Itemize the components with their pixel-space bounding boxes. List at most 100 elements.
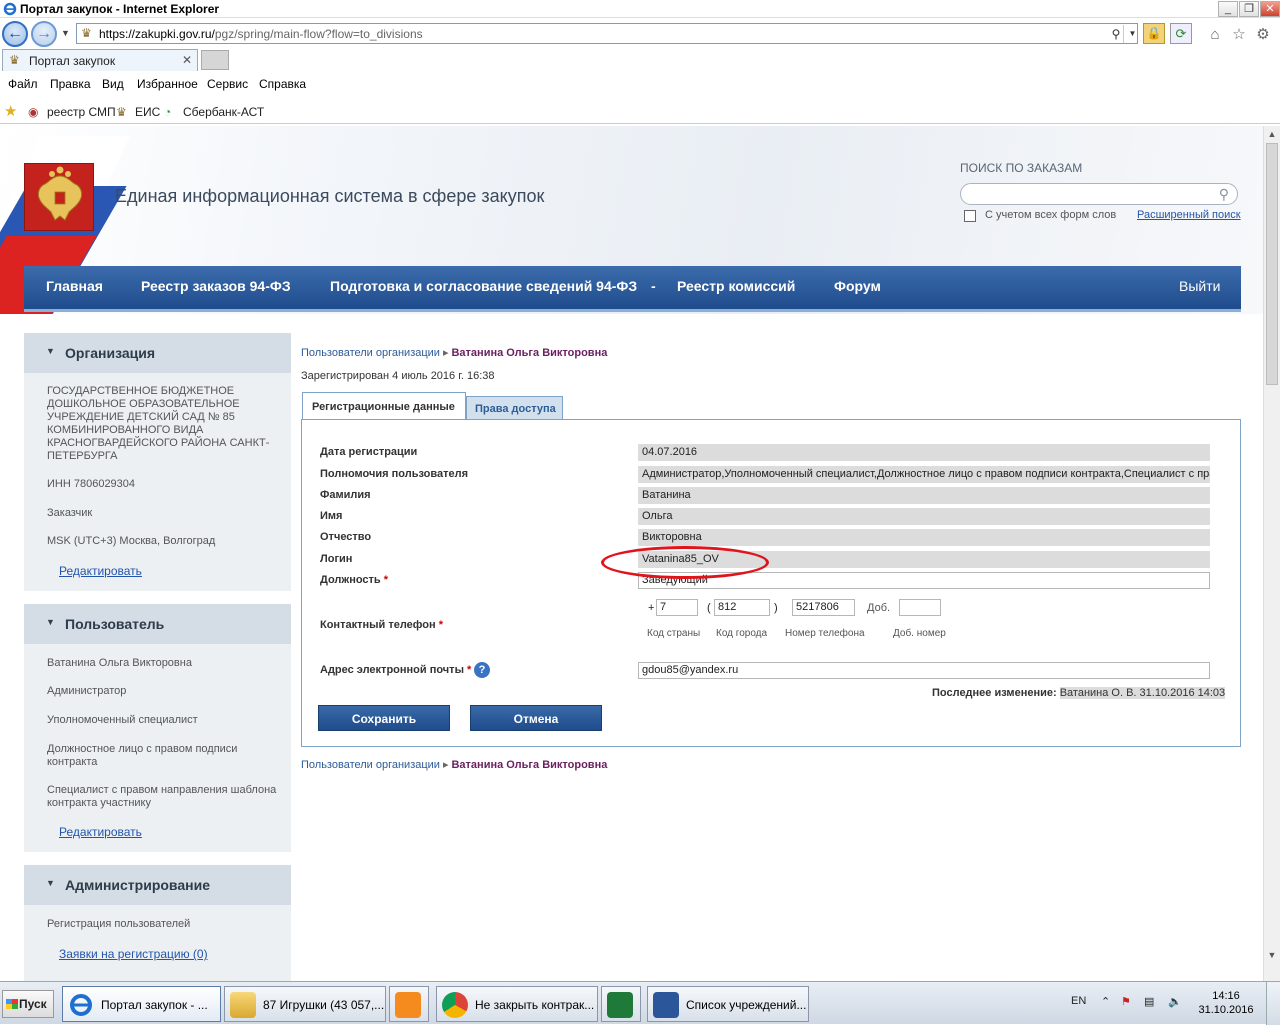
- minimize-button[interactable]: _: [1218, 1, 1238, 17]
- forward-button[interactable]: →: [31, 21, 57, 47]
- nav-logout[interactable]: Выйти: [1179, 278, 1220, 294]
- favorites-star-icon[interactable]: ★: [4, 102, 17, 120]
- nav-home[interactable]: Главная: [46, 278, 103, 294]
- fav-eis[interactable]: ЕИС: [135, 105, 160, 119]
- tray-expand-icon[interactable]: ⌃: [1101, 995, 1110, 1008]
- dropdown-icon[interactable]: ▼: [1123, 25, 1141, 43]
- menu-tools[interactable]: Сервис: [207, 77, 248, 91]
- user-role-admin: Администратор: [47, 685, 127, 697]
- home-icon[interactable]: ⌂: [1205, 27, 1225, 43]
- task-excel[interactable]: [601, 986, 641, 1022]
- registration-requests-link[interactable]: Заявки на регистрацию (0): [59, 947, 208, 961]
- nav-preparation-dropdown[interactable]: -: [651, 278, 656, 294]
- refresh-icon[interactable]: ⟳: [1170, 23, 1192, 44]
- menu-help[interactable]: Справка: [259, 77, 306, 91]
- favorites-star-icon[interactable]: ☆: [1229, 27, 1249, 43]
- tab-access-rights[interactable]: Права доступа: [466, 396, 563, 420]
- close-tab-icon[interactable]: ✕: [182, 53, 192, 67]
- clock-time: 14:16: [1212, 990, 1240, 1002]
- email-input[interactable]: gdou85@yandex.ru: [638, 662, 1210, 679]
- user-fullname: Ватанина Ольга Викторовна: [47, 657, 192, 669]
- settings-gear-icon[interactable]: ⚙: [1253, 27, 1273, 43]
- position-label: Должность *: [320, 574, 389, 586]
- history-dropdown-icon[interactable]: ▼: [61, 28, 70, 38]
- site-favicon-icon: ♛: [9, 53, 20, 67]
- admin-panel-header[interactable]: ▼ Администрирование: [24, 865, 291, 905]
- cancel-button[interactable]: Отмена: [470, 705, 602, 731]
- phone-city-input[interactable]: 812: [714, 599, 770, 616]
- organization-panel-header[interactable]: ▼ Организация: [24, 333, 291, 373]
- menu-file[interactable]: Файл: [8, 77, 38, 91]
- organization-edit-link[interactable]: Редактировать: [59, 564, 142, 578]
- system-clock[interactable]: 14:16 31.10.2016: [1196, 989, 1256, 1017]
- page-viewport: Единая информационная система в сфере за…: [0, 126, 1263, 981]
- organization-inn: ИНН 7806029304: [47, 478, 136, 490]
- word-icon: [653, 992, 679, 1018]
- fav-smp[interactable]: реестр СМП: [47, 105, 116, 119]
- start-button[interactable]: Пуск: [2, 990, 54, 1018]
- registered-date: Зарегистрирован 4 июль 2016 г. 16:38: [301, 370, 495, 382]
- menu-view[interactable]: Вид: [102, 77, 124, 91]
- taskbar: Пуск Портал закупок - ... 87 Игрушки (43…: [0, 981, 1280, 1025]
- collapse-icon: ▼: [46, 346, 55, 356]
- address-input[interactable]: ♛ https://zakupki.gov.ru/pgz/spring/main…: [76, 23, 1138, 44]
- browser-tab[interactable]: ♛ Портал закупок ✕: [2, 49, 198, 71]
- breadcrumb-separator-icon: ▸: [442, 347, 449, 359]
- scroll-up-icon[interactable]: ▲: [1266, 129, 1278, 139]
- close-window-button[interactable]: ✕: [1260, 1, 1280, 17]
- fav-smp-icon: ◉: [28, 105, 39, 119]
- nav-preparation[interactable]: Подготовка и согласование сведений 94-ФЗ: [330, 278, 637, 294]
- required-mark: *: [438, 619, 443, 631]
- user-role-template: Специалист с правом направления шаблона …: [47, 784, 277, 809]
- show-desktop-button[interactable]: [1266, 982, 1280, 1025]
- help-icon[interactable]: ?: [474, 662, 490, 678]
- nav-orders-registry[interactable]: Реестр заказов 94-ФЗ: [141, 278, 291, 294]
- language-indicator[interactable]: EN: [1071, 995, 1086, 1007]
- tray-flag-icon[interactable]: ⚑: [1121, 995, 1131, 1008]
- phone-country-input[interactable]: 7: [656, 599, 698, 616]
- maximize-button[interactable]: ❐: [1239, 1, 1259, 17]
- phone-ext-input[interactable]: [899, 599, 941, 616]
- city-code-label: Код города: [716, 628, 768, 639]
- user-edit-link[interactable]: Редактировать: [59, 825, 142, 839]
- task-word[interactable]: Список учреждений...: [647, 986, 809, 1022]
- breadcrumb-current: Ватанина Ольга Викторовна: [451, 759, 608, 771]
- menu-favorites[interactable]: Избранное: [137, 77, 198, 91]
- advanced-search-link[interactable]: Расширенный поиск: [1137, 209, 1241, 221]
- breadcrumb-parent-link[interactable]: Пользователи организации: [301, 759, 440, 771]
- site-favicon-icon: ♛: [81, 26, 92, 40]
- organization-panel: ГОСУДАРСТВЕННОЕ БЮДЖЕТНОЕ ДОШКОЛЬНОЕ ОБР…: [24, 373, 291, 591]
- user-panel-title: Пользователь: [65, 616, 165, 632]
- save-button[interactable]: Сохранить: [318, 705, 450, 731]
- email-label: Адрес электронной почты *: [320, 664, 472, 676]
- back-button[interactable]: ←: [2, 21, 28, 47]
- tray-volume-icon[interactable]: 🔈: [1168, 995, 1182, 1008]
- page-scrollbar[interactable]: ▲ ▼: [1263, 126, 1280, 981]
- search-icon[interactable]: ⚲: [1219, 186, 1229, 203]
- all-word-forms-checkbox[interactable]: [964, 210, 976, 222]
- task-media[interactable]: [389, 986, 429, 1022]
- tab-registration-data[interactable]: Регистрационные данные: [302, 392, 466, 420]
- task-chrome[interactable]: Не закрыть контрак...: [436, 986, 598, 1022]
- breadcrumb-parent-link[interactable]: Пользователи организации: [301, 347, 440, 359]
- lock-icon[interactable]: 🔒: [1143, 23, 1165, 44]
- organization-role: Заказчик: [47, 507, 93, 519]
- new-tab-button[interactable]: [201, 50, 229, 70]
- all-word-forms-label: С учетом всех форм слов: [985, 209, 1117, 221]
- admin-registration-item[interactable]: Регистрация пользователей: [47, 918, 283, 931]
- tray-network-icon[interactable]: ▤: [1144, 995, 1154, 1008]
- task-ie[interactable]: Портал закупок - ...: [62, 986, 221, 1022]
- ext-number-label: Доб. номер: [893, 628, 946, 639]
- phone-number-input[interactable]: 5217806: [792, 599, 855, 616]
- user-panel-header[interactable]: ▼ Пользователь: [24, 604, 291, 644]
- tab-registration-data-label: Регистрационные данные: [312, 401, 455, 413]
- menu-edit[interactable]: Правка: [50, 77, 91, 91]
- scroll-down-icon[interactable]: ▼: [1266, 950, 1278, 960]
- scrollbar-thumb[interactable]: [1266, 143, 1278, 385]
- nav-forum[interactable]: Форум: [834, 278, 881, 294]
- order-search-input[interactable]: ⚲: [960, 183, 1238, 205]
- fav-sber[interactable]: Сбербанк-АСТ: [183, 105, 264, 119]
- task-folder[interactable]: 87 Игрушки (43 057,...: [224, 986, 386, 1022]
- nav-commissions[interactable]: Реестр комиссий: [677, 278, 795, 294]
- task-folder-label: 87 Игрушки (43 057,...: [263, 998, 385, 1012]
